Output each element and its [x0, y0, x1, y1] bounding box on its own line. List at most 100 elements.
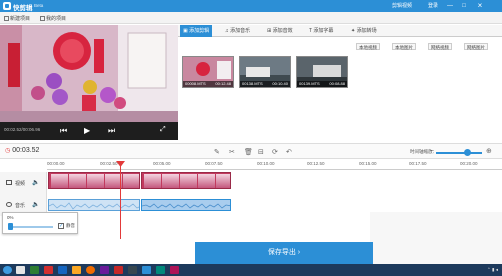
clock-icon: ◷: [5, 148, 11, 154]
video-clip[interactable]: [48, 172, 140, 189]
playhead[interactable]: [120, 161, 121, 239]
my-projects-label: 我的项目: [46, 16, 67, 22]
audio-clip-selected[interactable]: [141, 199, 231, 211]
app-icon[interactable]: [30, 266, 39, 274]
split-icon[interactable]: ⊟: [258, 148, 264, 156]
zoom-slider-handle[interactable]: [464, 149, 471, 156]
clip-caption: 00008.MTS 00:12.48: [183, 81, 233, 87]
media-panel: ▣ 添加剪辑 ♫ 添加音乐 ⊞ 添加音效 T 添加字幕 ✦ 添加转场 本地视频 …: [178, 25, 502, 140]
clip-frame: [69, 174, 86, 188]
maximize-icon[interactable]: □: [460, 2, 468, 10]
edit-icon[interactable]: ✎: [214, 148, 220, 156]
title-bar: 快剪辑 Beta 剪辑视频 登录 — □ ×: [0, 0, 502, 12]
tab-add-subtitle-label: 添加字幕: [313, 28, 334, 34]
explorer-icon[interactable]: [16, 266, 25, 274]
app-logo-icon: [3, 2, 11, 10]
clip-thumbnail[interactable]: 00139.MTS 00:08.88: [296, 56, 348, 88]
current-time-text: 00:03.52: [12, 147, 40, 154]
clip-frame: [162, 174, 179, 188]
clip-duration: 00:10.40: [272, 81, 288, 86]
clip-thumbnail[interactable]: 00138.MTS 00:10.40: [239, 56, 291, 88]
app-icon[interactable]: [44, 266, 53, 274]
zoom-out-icon[interactable]: −: [429, 148, 433, 155]
ruler-tick: 00:07.50: [205, 161, 223, 166]
ruler-tick: 00:02.50: [100, 161, 118, 166]
tab-add-transition[interactable]: ✦ 添加转场: [348, 25, 380, 37]
app-icon[interactable]: [142, 266, 151, 274]
quick-video-link[interactable]: 剪辑视频: [392, 2, 412, 9]
beta-label: Beta: [34, 3, 44, 8]
tab-strip: ▣ 添加剪辑 ♫ 添加音乐 ⊞ 添加音效 T 添加字幕 ✦ 添加转场: [178, 25, 502, 37]
player-time: 00:02.52/00:06.96: [4, 127, 41, 132]
ruler-tick: 00:17.50: [409, 161, 427, 166]
app-icon[interactable]: [58, 266, 67, 274]
tab-add-subtitle[interactable]: T 添加字幕: [306, 25, 336, 37]
timeline-ruler: 00:00.00 00:02.50 00:05.00 00:07.50 00:1…: [47, 161, 502, 170]
next-icon[interactable]: ⏭: [108, 126, 115, 136]
local-video-button[interactable]: 本地视频: [356, 43, 380, 50]
web-video-button[interactable]: 网络视频: [428, 43, 452, 50]
volume-slider[interactable]: [9, 226, 53, 228]
tab-add-sound[interactable]: ⊞ 添加音效: [264, 25, 296, 37]
app-icon[interactable]: [128, 266, 137, 274]
clip-caption: 00139.MTS 00:08.88: [297, 81, 347, 87]
tab-add-music[interactable]: ♫ 添加音乐: [222, 25, 253, 37]
video-track-icon: [6, 180, 12, 185]
new-project-button[interactable]: 新建项目: [4, 15, 30, 22]
video-clip[interactable]: [141, 172, 231, 189]
audio-waveform: [142, 203, 230, 209]
previous-icon[interactable]: ⏮: [60, 126, 67, 136]
volume-slider-handle[interactable]: [8, 223, 13, 230]
taskbar: ⌃ ▮ ◂: [0, 264, 502, 276]
tab-add-clip[interactable]: ▣ 添加剪辑: [180, 25, 213, 37]
app-icon[interactable]: [114, 266, 123, 274]
minimize-icon[interactable]: —: [446, 2, 454, 10]
folder-icon: [40, 16, 45, 21]
my-projects-button[interactable]: 我的项目: [40, 15, 66, 22]
audio-waveform: [49, 202, 139, 210]
ruler-tick: 00:05.00: [153, 161, 171, 166]
mute-checkbox[interactable]: ✓: [58, 223, 64, 229]
save-export-button[interactable]: 保存导出 ›: [195, 242, 373, 264]
speaker-icon[interactable]: 🔈: [32, 179, 39, 186]
speaker-icon[interactable]: 🔈: [32, 201, 39, 208]
browser-icon[interactable]: [86, 266, 95, 274]
rotate-icon[interactable]: ⟳: [272, 148, 278, 156]
ruler-tick: 00:20.00: [460, 161, 478, 166]
clip-frame: [180, 174, 197, 188]
tab-add-clip-label: 添加剪辑: [189, 28, 210, 34]
clip-frame: [144, 174, 161, 188]
close-icon[interactable]: ×: [476, 2, 484, 10]
new-project-label: 新建项目: [10, 16, 31, 22]
app-icon[interactable]: [100, 266, 109, 274]
ruler-tick: 00:12.50: [307, 161, 325, 166]
delete-icon[interactable]: 🗑: [244, 148, 253, 156]
ruler-tick: 00:15.00: [359, 161, 377, 166]
video-track-label: 视频 🔈: [0, 172, 47, 194]
video-track-text: 视频: [15, 181, 26, 187]
cut-icon[interactable]: ✂: [229, 148, 235, 156]
audio-clip[interactable]: [48, 199, 140, 211]
clip-frame: [198, 174, 215, 188]
clip-name: 00008.MTS: [185, 81, 206, 86]
clip-thumbnail[interactable]: 00008.MTS 00:12.48: [182, 56, 234, 88]
app-icon[interactable]: [156, 266, 165, 274]
system-tray[interactable]: ⌃ ▮ ◂: [487, 267, 498, 273]
app-name: 快剪辑: [13, 5, 33, 12]
clip-duration: 00:12.48: [215, 81, 231, 86]
app-icon[interactable]: [170, 266, 179, 274]
login-link[interactable]: 登录: [428, 2, 438, 9]
undo-icon[interactable]: ↶: [286, 148, 292, 156]
play-icon[interactable]: ▶: [84, 126, 90, 135]
music-track-icon: [6, 202, 12, 207]
tab-add-music-label: 添加音乐: [230, 28, 251, 34]
zoom-slider[interactable]: [436, 152, 482, 154]
timeline-current-time: ◷ 00:03.52: [5, 147, 39, 154]
ruler-tick: 00:00.00: [47, 161, 65, 166]
folder-icon[interactable]: [72, 266, 81, 274]
zoom-in-icon[interactable]: ⊕: [486, 147, 492, 155]
web-image-button[interactable]: 网络图片: [464, 43, 488, 50]
start-icon[interactable]: [3, 266, 12, 274]
fullscreen-icon[interactable]: ⤢: [160, 126, 166, 134]
local-image-button[interactable]: 本地图片: [392, 43, 416, 50]
